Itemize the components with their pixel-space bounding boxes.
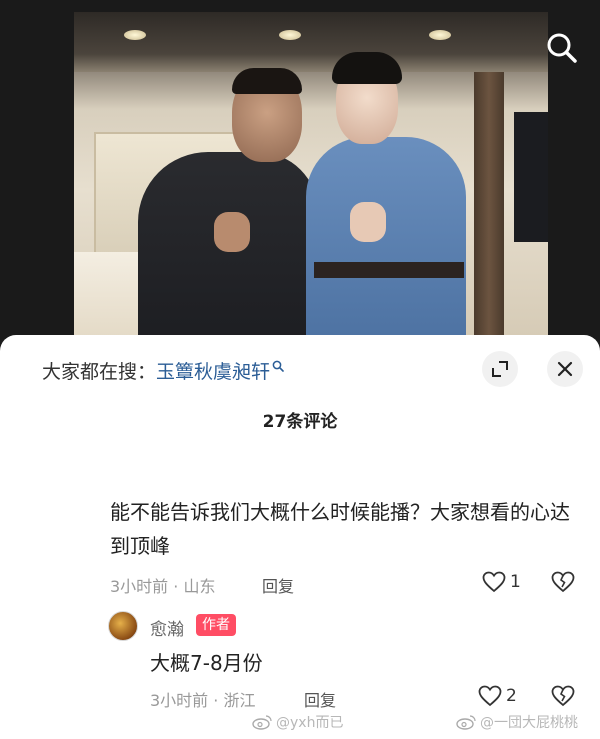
photo-window [514, 112, 548, 242]
post-photo[interactable] [74, 12, 548, 336]
author-avatar[interactable] [108, 611, 138, 641]
post-image-area [0, 0, 600, 340]
watermark-text: @一団大屁桃桃 [480, 715, 578, 731]
watermark: @一団大屁桃桃 [456, 712, 578, 732]
photo-ceiling-light [279, 30, 301, 40]
broken-heart-icon [551, 571, 575, 593]
photo-uniform-belt [314, 262, 464, 278]
search-icon [547, 33, 577, 63]
reply-text[interactable]: 大概7-8月份 [150, 647, 263, 676]
weibo-logo-icon [456, 715, 476, 730]
weibo-logo-icon [252, 715, 272, 730]
watermark-text: @yxh而已 [276, 715, 344, 731]
reply-time-location: 3小时前 · 浙江 [150, 691, 256, 710]
comment-count-title: 27条评论 [262, 412, 338, 432]
heart-icon [482, 571, 506, 593]
comment-like-button[interactable]: 1 [482, 571, 521, 593]
watermark: @yxh而已 [252, 712, 343, 732]
photo-ceiling-light [124, 30, 146, 40]
search-button[interactable] [542, 28, 582, 68]
broken-heart-icon [551, 685, 575, 707]
comment-like-count: 1 [510, 572, 521, 592]
expand-button[interactable] [482, 351, 518, 387]
reply-dislike-button[interactable] [551, 685, 575, 711]
comment-time-location: 3小时前 · 山东 [110, 577, 216, 596]
comment-sheet: 大家都在搜： 玉簟秋虞昶轩 27条评论 能不能告诉我们大概什么时候能播？大家想看… [0, 335, 600, 739]
expand-icon [492, 361, 508, 377]
reply-author-name[interactable]: 愈瀚 [150, 615, 184, 640]
reply-like-button[interactable]: 2 [478, 685, 517, 707]
hot-search-label: 大家都在搜： [42, 361, 157, 383]
photo-thumbs-up-left [214, 212, 250, 252]
comment-dislike-button[interactable] [551, 571, 575, 597]
hot-search-topic-link[interactable]: 玉簟秋虞昶轩 [156, 357, 270, 384]
photo-thumbs-up-right [350, 202, 386, 242]
comment-reply-button[interactable]: 回复 [262, 573, 294, 597]
photo-person-right-uniform [306, 137, 466, 336]
search-small-icon [272, 360, 284, 375]
photo-ceiling [74, 12, 548, 72]
photo-person-left-hair [232, 68, 302, 94]
photo-ceiling-light [429, 30, 451, 40]
photo-doorframe [474, 72, 504, 336]
close-button[interactable] [547, 351, 583, 387]
reply-reply-button[interactable]: 回复 [304, 687, 336, 711]
close-icon [557, 361, 573, 377]
comment-text[interactable]: 能不能告诉我们大概什么时候能播？大家想看的心达到顶峰 [110, 495, 570, 563]
hot-search-bar[interactable]: 大家都在搜： 玉簟秋虞昶轩 [42, 357, 284, 384]
author-badge: 作者 [196, 614, 236, 636]
reply-like-count: 2 [506, 686, 517, 706]
heart-icon [478, 685, 502, 707]
photo-person-right-hair [332, 52, 402, 84]
